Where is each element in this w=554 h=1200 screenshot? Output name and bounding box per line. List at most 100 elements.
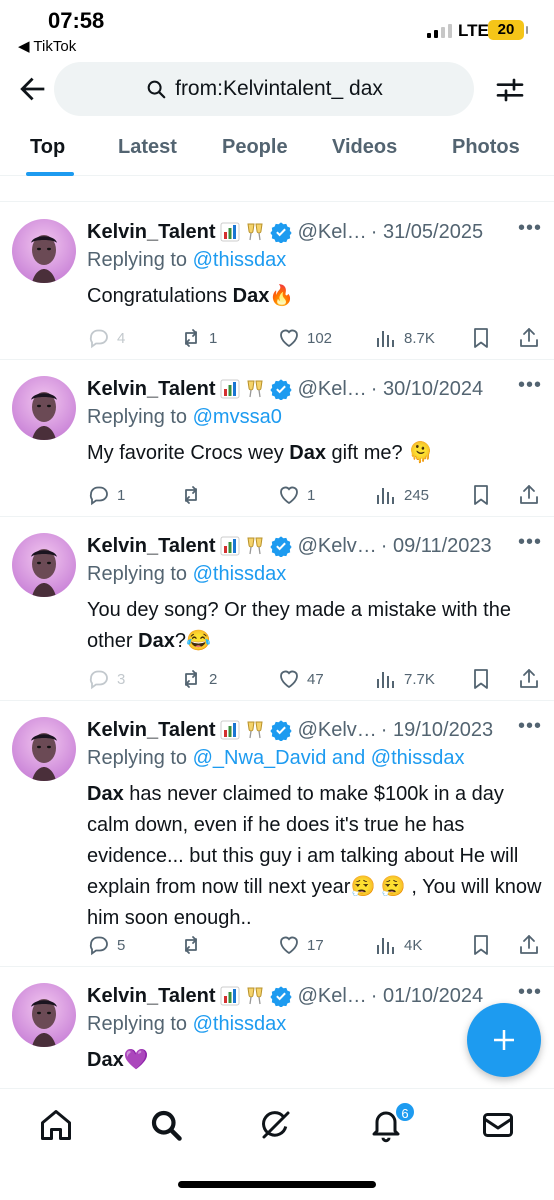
share-icon — [520, 935, 538, 954]
champagne-icon — [246, 987, 263, 1005]
bookmark-button[interactable] — [469, 933, 493, 957]
view-count: 4K — [404, 936, 423, 954]
filter-icon[interactable] — [494, 74, 526, 106]
more-icon[interactable]: ••• — [518, 981, 542, 1004]
replying-prefix: Replying to — [87, 1013, 193, 1035]
mention-link[interactable]: @thissdax — [193, 1013, 287, 1035]
views-button[interactable]: 7.7K — [374, 667, 435, 691]
repost-button[interactable] — [179, 933, 209, 957]
repost-count: 2 — [209, 670, 218, 688]
repost-button[interactable]: 2 — [179, 667, 217, 691]
mention-link[interactable]: @_Nwa_David and @thissdax — [193, 747, 465, 769]
tweet-item[interactable]: Kelvin_Talent @Kel… · 30/10/2024 ••• Rep… — [0, 360, 554, 517]
views-icon — [377, 672, 394, 688]
explore-icon[interactable] — [148, 1107, 184, 1143]
like-icon — [280, 936, 298, 955]
more-icon[interactable]: ••• — [518, 374, 542, 397]
share-button[interactable] — [517, 483, 541, 507]
avatar[interactable] — [12, 983, 76, 1047]
views-button[interactable]: 245 — [374, 483, 429, 507]
text-after: has never claimed to make $100k in a day… — [87, 783, 542, 929]
bottom-nav: 6 — [0, 1088, 554, 1200]
replying-prefix: Replying to — [87, 406, 193, 428]
back-arrow-icon[interactable] — [16, 72, 50, 106]
bookmark-button[interactable] — [469, 326, 493, 350]
mention-link[interactable]: @thissdax — [193, 563, 287, 585]
like-count: 102 — [307, 329, 333, 347]
bookmark-button[interactable] — [469, 483, 493, 507]
replying-to: Replying to @_Nwa_David and @thissdax — [87, 747, 464, 770]
like-count: 17 — [307, 936, 324, 954]
results-feed[interactable]: Kelvin_Talent @Kel… · 31/05/2025 ••• Rep… — [0, 176, 554, 1088]
tweet-date[interactable]: · 30/10/2024 — [371, 378, 483, 401]
like-button[interactable]: 1 — [277, 483, 315, 507]
author-name[interactable]: Kelvin_Talent — [87, 719, 216, 742]
tweet-date[interactable]: · 09/11/2023 — [381, 535, 492, 558]
chart-emoji-icon — [220, 379, 240, 399]
author-name[interactable]: Kelvin_Talent — [87, 535, 216, 558]
messages-icon[interactable] — [480, 1107, 516, 1143]
avatar[interactable] — [12, 219, 76, 283]
tweet-date[interactable]: · 01/10/2024 — [371, 985, 483, 1008]
tab-top[interactable]: Top — [30, 136, 65, 159]
share-icon — [520, 328, 538, 347]
share-button[interactable] — [517, 326, 541, 350]
repost-button[interactable]: 1 — [179, 326, 217, 350]
avatar[interactable] — [12, 533, 76, 597]
avatar[interactable] — [12, 376, 76, 440]
more-icon[interactable]: ••• — [518, 217, 542, 240]
text-after: gift me? 🫠 — [325, 442, 434, 464]
views-button[interactable]: 8.7K — [374, 326, 435, 350]
more-icon[interactable]: ••• — [518, 715, 542, 738]
tweet-item[interactable]: Kelvin_Talent @Kelv… · 19/10/2023 ••• Re… — [0, 701, 554, 967]
reply-button[interactable]: 1 — [87, 483, 125, 507]
notifications-badge: 6 — [394, 1101, 416, 1123]
tweet-date[interactable]: · 19/10/2023 — [381, 719, 493, 742]
reply-button[interactable]: 3 — [87, 667, 125, 691]
highlighted-term: Dax — [232, 285, 270, 307]
compose-button[interactable] — [467, 1003, 541, 1077]
tab-latest[interactable]: Latest — [118, 136, 177, 159]
share-icon — [520, 485, 538, 504]
home-icon[interactable] — [38, 1107, 74, 1143]
share-button[interactable] — [517, 667, 541, 691]
search-input[interactable]: from:Kelvintalent_ dax — [54, 62, 474, 116]
like-button[interactable]: 102 — [277, 326, 332, 350]
status-bar: 07:58 ◀ TikTok LTE 20 — [0, 0, 554, 60]
like-button[interactable]: 17 — [277, 933, 324, 957]
repost-button[interactable] — [179, 483, 209, 507]
tweet-item[interactable]: Kelvin_Talent @Kel… · 31/05/2025 ••• Rep… — [0, 203, 554, 360]
reply-button[interactable]: 4 — [87, 326, 125, 350]
repost-icon — [185, 329, 197, 347]
mention-link[interactable]: @mvssa0 — [193, 406, 282, 428]
tweet-header: Kelvin_Talent @Kel… · 31/05/2025 ••• — [87, 217, 542, 247]
repost-count: 1 — [209, 329, 218, 347]
reply-button[interactable]: 5 — [87, 933, 125, 957]
bookmark-icon — [474, 935, 488, 955]
verified-icon — [269, 720, 292, 741]
tab-people[interactable]: People — [222, 136, 288, 159]
view-count: 245 — [404, 486, 430, 504]
bookmark-icon — [474, 669, 488, 689]
back-to-app-link[interactable]: ◀ TikTok — [18, 37, 76, 55]
tweet-actions: 1 1 245 — [87, 483, 542, 511]
reply-icon — [89, 670, 108, 690]
views-button[interactable]: 4K — [374, 933, 422, 957]
bookmark-button[interactable] — [469, 667, 493, 691]
more-icon[interactable]: ••• — [518, 531, 542, 554]
share-icon — [520, 669, 538, 688]
like-button[interactable]: 47 — [277, 667, 324, 691]
author-name[interactable]: Kelvin_Talent — [87, 985, 216, 1008]
mention-link[interactable]: @thissdax — [193, 249, 287, 271]
tab-photos[interactable]: Photos — [452, 136, 520, 159]
tab-videos[interactable]: Videos — [332, 136, 397, 159]
author-name[interactable]: Kelvin_Talent — [87, 378, 216, 401]
author-name[interactable]: Kelvin_Talent — [87, 221, 216, 244]
grok-icon[interactable] — [258, 1107, 294, 1143]
repost-icon — [185, 936, 197, 954]
share-button[interactable] — [517, 933, 541, 957]
avatar[interactable] — [12, 717, 76, 781]
tweet-date[interactable]: · 31/05/2025 — [371, 221, 483, 244]
highlighted-term: Dax — [87, 1049, 124, 1071]
tweet-item[interactable]: Kelvin_Talent @Kelv… · 09/11/2023 ••• Re… — [0, 517, 554, 701]
